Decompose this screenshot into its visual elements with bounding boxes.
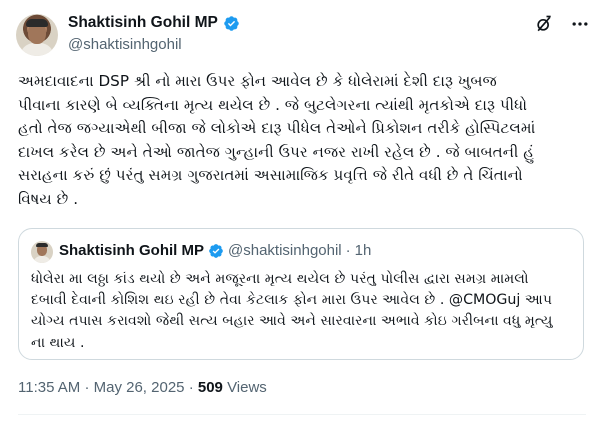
verified-badge-icon [209,243,223,258]
meta-separator: · [188,379,194,396]
quoted-avatar [31,241,53,263]
author-display-name[interactable]: Shaktisinh Gohil MP [68,14,218,32]
more-options-icon [572,22,588,26]
quoted-text: ધોલેરા મા લઠ્ઠા કાંડ થયો છે અને મજૂરના મ… [31,271,553,351]
tweet-time[interactable]: 11:35 AM [18,379,80,396]
views-label: Views [227,379,267,396]
tweet-card: Shaktisinh Gohil MP @shaktisinhgohil અમદ… [0,0,604,433]
tweet-date[interactable]: May 26, 2025 [94,379,185,396]
grok-button[interactable] [534,14,554,34]
quoted-tweet[interactable]: Shaktisinh Gohil MP @shaktisinhgohil · 1… [18,228,584,360]
divider [18,414,586,415]
quoted-header: Shaktisinh Gohil MP @shaktisinhgohil · 1… [59,242,371,259]
verified-badge-icon [224,15,239,31]
meta-separator: · [84,379,90,396]
quoted-age: 1h [354,242,372,259]
quoted-display-name: Shaktisinh Gohil MP [59,242,205,259]
grok-icon [537,15,551,32]
more-options-button[interactable] [570,14,590,34]
quoted-handle: @shaktisinhgohil [228,242,342,259]
avatar[interactable] [16,14,58,56]
tweet-actions [534,14,590,34]
tweet-meta: 11:35 AM · May 26, 2025 · 509 Views [18,379,267,396]
views-count: 509 [197,379,223,396]
tweet-text: અમદાવાદના DSP શ્રી નો મારા ઉપર ફોન આવેલ … [18,72,536,208]
quoted-separator: · [345,242,351,259]
author-handle[interactable]: @shaktisinhgohil [68,36,182,53]
author-name-row: Shaktisinh Gohil MP [68,14,240,32]
